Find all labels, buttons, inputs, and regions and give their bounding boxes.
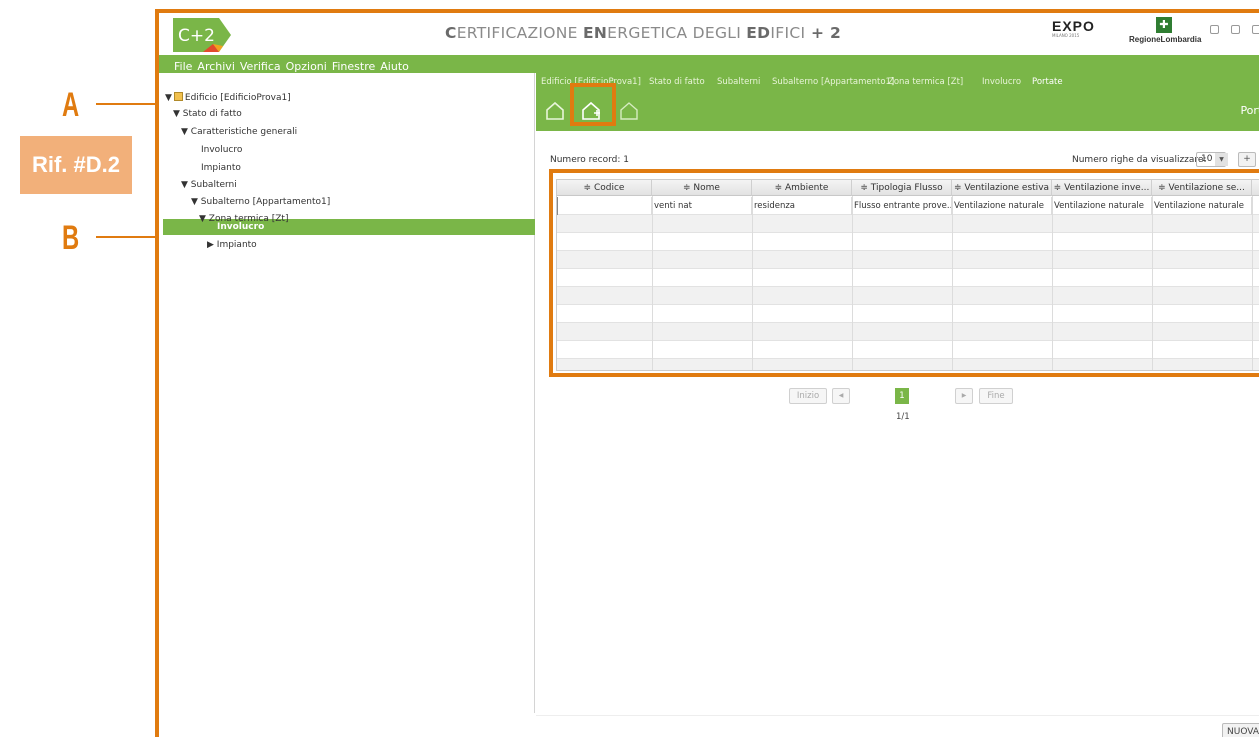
pager-next-button[interactable]: ▶: [955, 388, 973, 404]
tree-expand-icon: ▼: [199, 214, 206, 224]
tree-item-label: Involucro: [201, 145, 243, 155]
tree-item-involucro-selected[interactable]: Involucro: [217, 222, 264, 232]
tree-expand-icon: ▼: [165, 93, 172, 103]
title-part-6: + 2: [805, 24, 842, 42]
title-part-3: ERGETICA DEGLI: [607, 24, 747, 42]
title-part-0: C: [445, 24, 457, 42]
tree-expand-icon: ▼: [191, 197, 198, 207]
tree-item-edificio[interactable]: ▼ Edificio [EdificioProva1]: [165, 92, 291, 103]
tree-item-impianto-zona[interactable]: ▶ Impianto: [207, 240, 257, 250]
annotation-label-b: B: [62, 219, 80, 257]
tree-item-impianto-generale[interactable]: Impianto: [201, 163, 241, 173]
rows-per-page-label: Numero righe da visualizzare:: [1072, 155, 1207, 165]
new-button[interactable]: NUOVA: [1222, 723, 1259, 737]
content-panel: Edificio [EdificioProva1] Stato di fatto…: [536, 73, 1259, 737]
home-icon[interactable]: [544, 100, 566, 122]
tree-item-caratteristiche-generali[interactable]: ▼ Caratteristiche generali: [181, 127, 297, 137]
building-icon: [173, 92, 183, 101]
annotation-box-a: [570, 83, 616, 126]
title-part-2: EN: [582, 24, 608, 42]
tree-item-label: Impianto: [216, 240, 257, 250]
minimize-icon[interactable]: [1210, 25, 1219, 34]
toolbar: Porta: [536, 91, 1259, 131]
close-icon[interactable]: [1252, 25, 1259, 34]
expo-logo-text: EXPO: [1052, 18, 1095, 34]
pager-last-button[interactable]: Fine: [979, 388, 1013, 404]
title-bar: C+2 CERTIFICAZIONE ENERGETICA DEGLI EDIF…: [159, 13, 1259, 55]
title-part-1: ERTIFICAZIONE: [456, 24, 583, 42]
app-logo-text: C+2: [178, 26, 215, 46]
regione-logo-icon: ✚: [1156, 17, 1172, 33]
chevron-down-icon[interactable]: ▼: [1215, 153, 1228, 166]
tree-expand-icon: ▼: [173, 109, 180, 119]
pager-current-page[interactable]: 1: [895, 388, 909, 404]
expo-logo: EXPO MILANO 2015: [1052, 18, 1098, 48]
tree-item-label: Involucro: [217, 222, 265, 232]
title-part-4: ED: [746, 24, 771, 42]
app-title: CERTIFICAZIONE ENERGETICA DEGLI EDIFICI …: [445, 24, 841, 42]
tree-item-label: Subalterno [Appartamento1]: [200, 197, 331, 207]
tree-item-label: Impianto: [201, 163, 241, 173]
tree-expand-icon: ▶: [207, 240, 214, 250]
regione-logo: ✚ RegioneLombardia: [1129, 17, 1202, 51]
expo-logo-sub: MILANO 2015: [1052, 33, 1080, 38]
tree-item-label: Subalterni: [190, 180, 237, 190]
breadcrumb-item[interactable]: Zona termica [Zt]: [888, 77, 963, 87]
pager-page-info: 1/1: [896, 412, 910, 422]
breadcrumb: Edificio [EdificioProva1] Stato di fatto…: [536, 73, 1259, 91]
pager-prev-button[interactable]: ◀: [832, 388, 850, 404]
pager-first-button[interactable]: Inizio: [789, 388, 827, 404]
tree-item-label: Caratteristiche generali: [190, 127, 298, 137]
regione-logo-text: RegioneLombardia: [1129, 35, 1202, 44]
title-part-5: IFICI: [770, 24, 806, 42]
tree-expand-icon: ▼: [181, 180, 188, 190]
breadcrumb-item-current[interactable]: Portate: [1032, 77, 1063, 87]
maximize-icon[interactable]: [1231, 25, 1240, 34]
section-title: Porta: [1240, 104, 1259, 117]
menu-bar: File Archivi Verifica Opzioni Finestre Aiuto: [159, 55, 1259, 73]
annotation-label-a: A: [62, 86, 80, 124]
navigation-tree: ▼ Edificio [EdificioProva1] ▼ Stato di fa…: [159, 73, 535, 713]
breadcrumb-item[interactable]: Subalterno [Appartamento1]: [772, 77, 894, 87]
tree-item-subalterno[interactable]: ▼ Subalterno [Appartamento1]: [191, 197, 330, 207]
tree-expand-icon: ▼: [181, 127, 188, 137]
tree-item-subalterni[interactable]: ▼ Subalterni: [181, 180, 237, 190]
application-window: C+2 CERTIFICAZIONE ENERGETICA DEGLI EDIF…: [155, 9, 1259, 737]
record-count: Numero record: 1: [550, 155, 629, 165]
reference-box: Rif. #D.2: [20, 136, 132, 194]
tree-item-involucro-generale[interactable]: Involucro: [201, 145, 242, 155]
home-outline-icon[interactable]: [618, 100, 640, 122]
tree-item-label: Stato di fatto: [182, 109, 242, 119]
footer-divider: [536, 715, 1259, 716]
app-logo-icon: C+2: [173, 18, 231, 52]
breadcrumb-item[interactable]: Involucro: [982, 77, 1021, 87]
breadcrumb-item[interactable]: Stato di fatto: [649, 77, 705, 87]
tree-item-label: Edificio [EdificioProva1]: [184, 93, 291, 103]
add-row-button[interactable]: +: [1238, 152, 1256, 167]
tree-item-stato-di-fatto[interactable]: ▼ Stato di fatto: [173, 109, 242, 119]
annotation-box-b: [549, 169, 1259, 377]
breadcrumb-item[interactable]: Subalterni: [717, 77, 760, 87]
